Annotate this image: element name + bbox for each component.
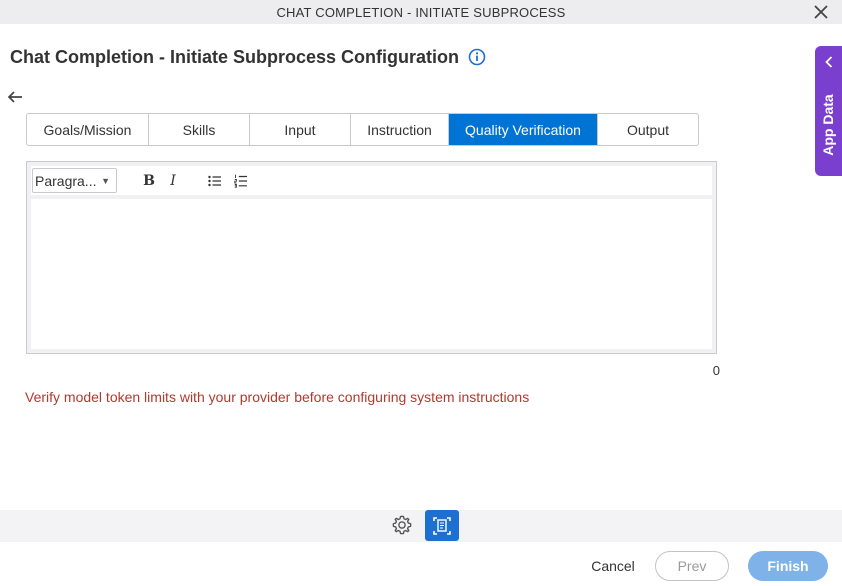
arrow-left-icon[interactable] bbox=[6, 88, 24, 106]
caret-down-icon: ▼ bbox=[101, 175, 110, 186]
tab-goals-mission[interactable]: Goals/Mission bbox=[27, 114, 149, 145]
page-title: Chat Completion - Initiate Subprocess Co… bbox=[10, 46, 460, 67]
document-icon[interactable] bbox=[425, 510, 459, 541]
bottom-toolbar bbox=[0, 510, 842, 542]
bold-button[interactable]: B bbox=[138, 170, 160, 192]
rich-text-editor: Paragra... ▼ B I bbox=[26, 161, 717, 354]
prev-button[interactable]: Prev bbox=[655, 551, 729, 581]
editor-toolbar: Paragra... ▼ B I bbox=[31, 166, 712, 195]
tab-quality-verification[interactable]: Quality Verification bbox=[449, 114, 598, 145]
page-title-row: Chat Completion - Initiate Subprocess Co… bbox=[10, 46, 486, 68]
tab-instruction[interactable]: Instruction bbox=[351, 114, 449, 145]
editor-content-area[interactable] bbox=[31, 199, 712, 349]
info-icon[interactable] bbox=[468, 48, 486, 66]
app-data-panel-toggle[interactable]: App Data bbox=[815, 46, 842, 176]
tab-input[interactable]: Input bbox=[250, 114, 351, 145]
numbered-list-icon[interactable] bbox=[230, 170, 252, 192]
paragraph-format-select[interactable]: Paragra... ▼ bbox=[32, 168, 117, 193]
finish-button[interactable]: Finish bbox=[748, 551, 828, 581]
window-titlebar: CHAT COMPLETION - INITIATE SUBPROCESS bbox=[0, 0, 842, 24]
italic-button[interactable]: I bbox=[162, 170, 184, 192]
window-title: CHAT COMPLETION - INITIATE SUBPROCESS bbox=[276, 4, 566, 20]
character-counter: 0 bbox=[712, 363, 720, 378]
warning-message: Verify model token limits with your prov… bbox=[25, 389, 530, 405]
paragraph-format-value: Paragra... bbox=[35, 172, 97, 189]
bulleted-list-icon[interactable] bbox=[204, 170, 226, 192]
gear-icon[interactable] bbox=[390, 513, 414, 537]
chevron-left-icon bbox=[815, 54, 842, 70]
close-icon[interactable] bbox=[810, 1, 832, 23]
tab-skills[interactable]: Skills bbox=[149, 114, 250, 145]
tab-bar: Goals/Mission Skills Input Instruction Q… bbox=[26, 113, 699, 146]
tab-output[interactable]: Output bbox=[598, 114, 698, 145]
cancel-button[interactable]: Cancel bbox=[584, 557, 642, 575]
app-data-label: App Data bbox=[820, 94, 836, 156]
